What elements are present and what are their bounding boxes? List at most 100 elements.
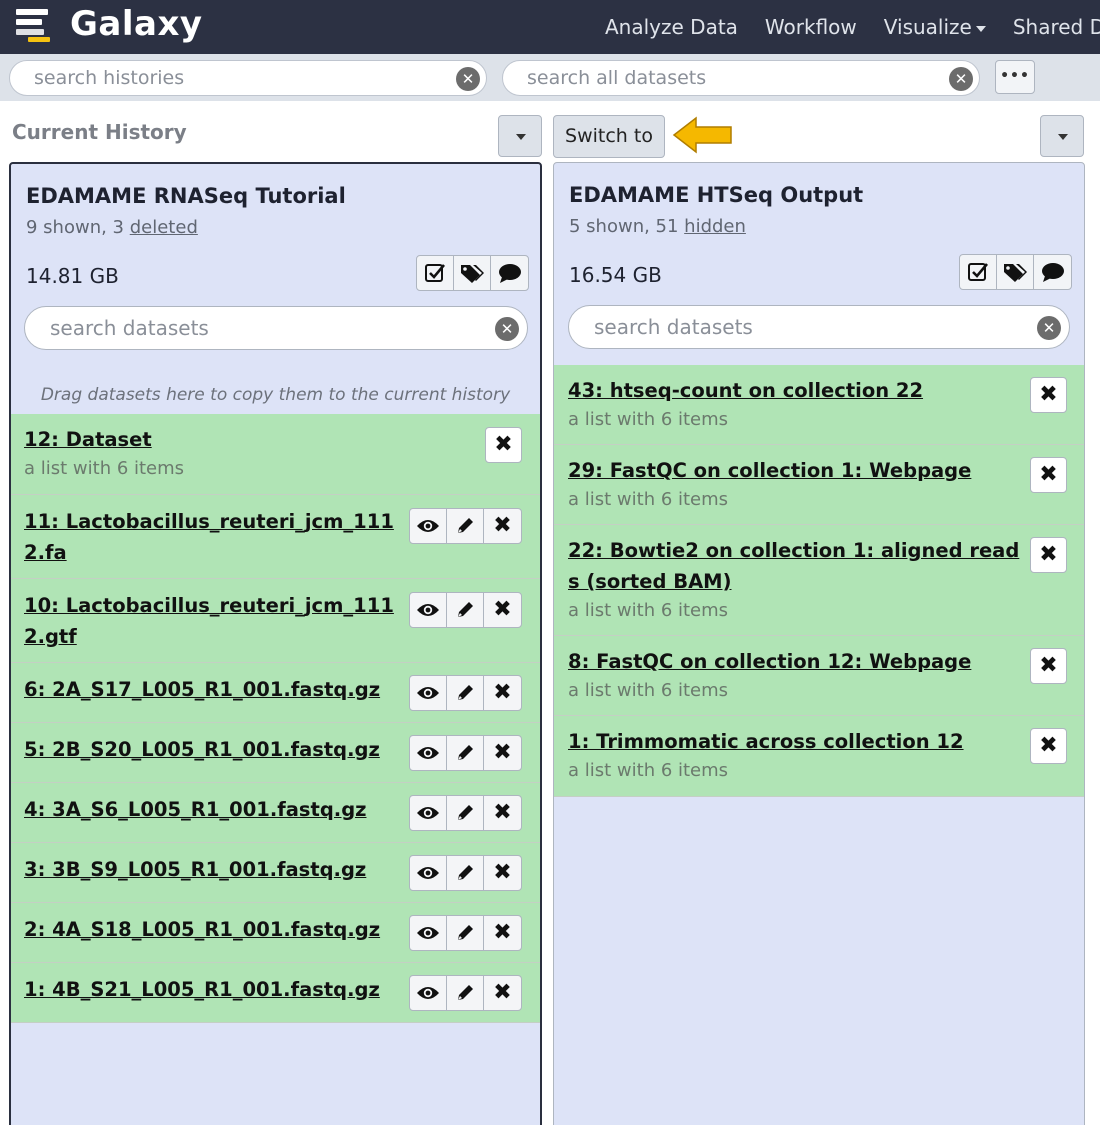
dataset-item[interactable]: 2: 4A_S18_L005_R1_001.fastq.gz ✖ bbox=[11, 903, 540, 963]
dataset-title-line1[interactable]: 22: Bowtie2 on collection 1: aligned rea… bbox=[568, 535, 1084, 566]
delete-dataset-button[interactable]: ✖ bbox=[1030, 537, 1067, 573]
clear-dataset-search-icon[interactable]: ✕ bbox=[1037, 316, 1061, 340]
pencil-icon bbox=[458, 805, 473, 820]
view-button[interactable] bbox=[410, 796, 447, 830]
history-name[interactable]: EDAMAME HTSeq Output bbox=[569, 183, 863, 207]
dataset-title-line2[interactable]: s (sorted BAM) bbox=[568, 566, 1084, 597]
dataset-item[interactable]: 8: FastQC on collection 12: Webpage a li… bbox=[554, 636, 1084, 716]
dataset-subtitle: a list with 6 items bbox=[568, 680, 729, 701]
clear-dataset-search-icon[interactable]: ✕ bbox=[495, 317, 519, 341]
dataset-actions: ✖ bbox=[409, 855, 522, 891]
deleted-link[interactable]: deleted bbox=[130, 217, 198, 238]
clear-search-histories-icon[interactable]: ✕ bbox=[456, 67, 480, 91]
edit-button[interactable] bbox=[447, 593, 484, 627]
delete-button[interactable]: ✖ bbox=[484, 676, 521, 710]
edit-button[interactable] bbox=[447, 916, 484, 950]
delete-button[interactable]: ✖ bbox=[484, 916, 521, 950]
switch-to-button[interactable]: Switch to bbox=[553, 115, 665, 158]
dataset-actions: ✖ bbox=[409, 735, 522, 771]
dataset-item[interactable]: 5: 2B_S20_L005_R1_001.fastq.gz ✖ bbox=[11, 723, 540, 783]
other-history-dropdown-button[interactable] bbox=[1040, 115, 1084, 157]
search-all-datasets-input[interactable] bbox=[503, 61, 979, 95]
delete-button[interactable]: ✖ bbox=[484, 593, 521, 627]
nav-analyze-data[interactable]: Analyze Data bbox=[605, 15, 738, 39]
dataset-item[interactable]: 1: 4B_S21_L005_R1_001.fastq.gz ✖ bbox=[11, 963, 540, 1023]
nav-visualize-label: Visualize bbox=[883, 15, 972, 39]
view-button[interactable] bbox=[410, 916, 447, 950]
dataset-title[interactable]: 43: htseq-count on collection 22 bbox=[568, 375, 1084, 406]
nav-workflow[interactable]: Workflow bbox=[765, 15, 857, 39]
nav-menu: Analyze Data Workflow Visualize Shared D bbox=[605, 0, 1100, 54]
nav-shared-data[interactable]: Shared D bbox=[1013, 15, 1100, 39]
view-button[interactable] bbox=[410, 593, 447, 627]
annotation-button[interactable] bbox=[1034, 255, 1071, 289]
edit-button[interactable] bbox=[447, 976, 484, 1010]
pencil-icon bbox=[458, 602, 473, 617]
dataset-item[interactable]: 12: Dataset a list with 6 items ✖ bbox=[11, 414, 540, 495]
dataset-item[interactable]: 29: FastQC on collection 1: Webpage a li… bbox=[554, 445, 1084, 525]
pencil-icon bbox=[458, 865, 473, 880]
delete-button[interactable]: ✖ bbox=[484, 856, 521, 890]
tags-button[interactable] bbox=[997, 255, 1034, 289]
dataset-item[interactable]: 22: Bowtie2 on collection 1: aligned rea… bbox=[554, 525, 1084, 636]
history-dataset-search-input[interactable] bbox=[569, 306, 1069, 348]
delete-button[interactable]: ✖ bbox=[484, 976, 521, 1010]
view-button[interactable] bbox=[410, 976, 447, 1010]
dataset-actions: ✖ bbox=[409, 592, 522, 628]
dataset-item[interactable]: 3: 3B_S9_L005_R1_001.fastq.gz ✖ bbox=[11, 843, 540, 903]
edit-button[interactable] bbox=[447, 509, 484, 543]
select-datasets-button[interactable] bbox=[417, 256, 454, 290]
view-button[interactable] bbox=[410, 509, 447, 543]
dataset-item[interactable]: 6: 2A_S17_L005_R1_001.fastq.gz ✖ bbox=[11, 663, 540, 723]
tags-button[interactable] bbox=[454, 256, 491, 290]
checkbox-icon bbox=[425, 264, 445, 282]
edit-button[interactable] bbox=[447, 856, 484, 890]
nav-visualize[interactable]: Visualize bbox=[884, 15, 986, 39]
pencil-icon bbox=[458, 685, 473, 700]
view-button[interactable] bbox=[410, 676, 447, 710]
delete-button[interactable]: ✖ bbox=[484, 509, 521, 543]
shown-count-text: 9 shown, 3 bbox=[26, 217, 130, 238]
dataset-subtitle: a list with 6 items bbox=[24, 458, 185, 479]
dataset-title[interactable]: 29: FastQC on collection 1: Webpage bbox=[568, 455, 1084, 486]
annotation-button[interactable] bbox=[491, 256, 528, 290]
brand[interactable]: Galaxy bbox=[16, 4, 203, 44]
delete-dataset-button[interactable]: ✖ bbox=[1030, 377, 1067, 413]
view-button[interactable] bbox=[410, 856, 447, 890]
hidden-link[interactable]: hidden bbox=[684, 216, 746, 237]
dataset-item[interactable]: 4: 3A_S6_L005_R1_001.fastq.gz ✖ bbox=[11, 783, 540, 843]
edit-button[interactable] bbox=[447, 676, 484, 710]
more-options-button[interactable]: ••• bbox=[995, 60, 1035, 94]
history-counts: 9 shown, 3 deleted bbox=[26, 217, 198, 238]
close-icon: ✖ bbox=[494, 432, 513, 457]
history-dataset-search-input[interactable] bbox=[25, 307, 527, 349]
clear-search-all-datasets-icon[interactable]: ✕ bbox=[949, 67, 973, 91]
dataset-item[interactable]: 11: Lactobacillus_reuteri_jcm_111 2.fa ✖ bbox=[11, 495, 540, 579]
dataset-item[interactable]: 1: Trimmomatic across collection 12 a li… bbox=[554, 716, 1084, 797]
delete-button[interactable]: ✖ bbox=[484, 736, 521, 770]
edit-button[interactable] bbox=[447, 796, 484, 830]
eye-icon bbox=[417, 867, 439, 879]
select-datasets-button[interactable] bbox=[960, 255, 997, 289]
delete-dataset-button[interactable]: ✖ bbox=[1030, 648, 1067, 684]
eye-icon bbox=[417, 747, 439, 759]
dataset-list: 43: htseq-count on collection 22 a list … bbox=[554, 365, 1084, 797]
dataset-item[interactable]: 43: htseq-count on collection 22 a list … bbox=[554, 365, 1084, 445]
current-history-dropdown-button[interactable] bbox=[498, 115, 542, 157]
dataset-item[interactable]: 10: Lactobacillus_reuteri_jcm_111 2.gtf … bbox=[11, 579, 540, 663]
galaxy-logo-icon bbox=[16, 4, 52, 44]
delete-button[interactable]: ✖ bbox=[484, 796, 521, 830]
history-name[interactable]: EDAMAME RNASeq Tutorial bbox=[26, 184, 346, 208]
dataset-title[interactable]: 1: Trimmomatic across collection 12 bbox=[568, 726, 1084, 757]
delete-dataset-button[interactable]: ✖ bbox=[485, 427, 522, 463]
view-button[interactable] bbox=[410, 736, 447, 770]
edit-button[interactable] bbox=[447, 736, 484, 770]
pencil-icon bbox=[458, 985, 473, 1000]
search-histories-box: ✕ bbox=[9, 60, 487, 96]
search-histories-input[interactable] bbox=[10, 61, 486, 95]
dataset-title[interactable]: 8: FastQC on collection 12: Webpage bbox=[568, 646, 1084, 677]
eye-icon bbox=[417, 687, 439, 699]
delete-dataset-button[interactable]: ✖ bbox=[1030, 457, 1067, 493]
dataset-title[interactable]: 12: Dataset bbox=[24, 424, 540, 455]
delete-dataset-button[interactable]: ✖ bbox=[1030, 728, 1067, 764]
